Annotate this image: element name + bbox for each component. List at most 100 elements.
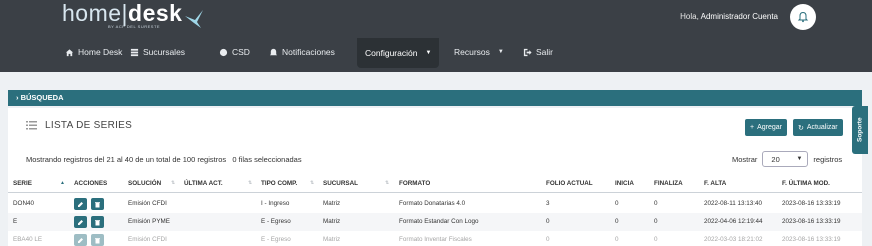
sort-asc-icon: ▲	[60, 180, 65, 186]
cell-sucursal: Matriz	[323, 218, 341, 225]
series-list-card: LISTA DE SERIES + Agregar ↻ Actualizar M…	[8, 108, 862, 246]
bell-icon	[797, 11, 809, 23]
records-info-text: Mostrando registros del 21 al 40 de un t…	[26, 155, 227, 164]
cell-folio: 0	[546, 218, 550, 225]
nav-label: Recursos	[454, 47, 490, 57]
delete-button[interactable]	[91, 216, 104, 228]
column-header[interactable]: F. ÚLTIMA MOD.	[782, 180, 830, 187]
edit-button[interactable]	[74, 216, 87, 228]
cell-finaliza: 0	[654, 218, 658, 225]
edit-icon	[78, 201, 83, 207]
delete-button[interactable]	[91, 198, 104, 210]
column-header: ACCIONES	[74, 180, 108, 187]
cell-finaliza: 0	[654, 236, 658, 243]
column-header[interactable]: FINALIZA	[654, 180, 683, 187]
cell-folio: 3	[546, 200, 550, 207]
greeting-prefix: Hola,	[680, 12, 699, 21]
cell-tipo: E - Egreso	[261, 236, 291, 243]
top-header: home|desk BY ACP DEL SURESTE Hola, Admin…	[0, 0, 872, 72]
cell-formato: Formato Estandar Con Logo	[399, 218, 479, 225]
table-row[interactable]: DON40 Emisión CFDI I - Ingreso Matriz Fo…	[8, 195, 862, 213]
nav-label: Sucursales	[143, 47, 186, 57]
edit-icon	[78, 237, 83, 243]
column-header[interactable]: SOLUCIÓN	[128, 180, 161, 187]
logo-text-bold: desk	[128, 0, 183, 26]
table-row[interactable]: E Emisión PYME E - Egreso Matriz Formato…	[8, 213, 862, 231]
column-header[interactable]: ÚLTIMA ACT.	[184, 180, 223, 187]
cell-alta: 2022-03-03 18:21:02	[704, 236, 763, 243]
list-title-text: LISTA DE SERIES	[45, 120, 133, 131]
page-length-select[interactable]: 20 ▼	[762, 151, 809, 167]
refresh-icon: ↻	[798, 124, 804, 132]
cell-alta: 2022-04-06 12:19:44	[704, 218, 763, 225]
nav-label: Notificaciones	[282, 47, 335, 57]
refresh-button[interactable]: ↻ Actualizar	[793, 119, 843, 136]
nav-configuracion[interactable]: Configuración ▼	[357, 38, 440, 68]
cell-folio: 0	[546, 236, 550, 243]
user-name: Administrador Cuenta	[700, 12, 778, 21]
add-button-label: Agregar	[757, 124, 782, 131]
nav-sucursales[interactable]: Sucursales	[130, 38, 185, 66]
list-title: LISTA DE SERIES	[26, 120, 132, 131]
edit-button[interactable]	[74, 198, 87, 210]
circle-icon	[219, 48, 228, 56]
chevron-down-icon: ▼	[796, 156, 803, 162]
cell-sucursal: Matriz	[323, 236, 341, 243]
grid-icon	[130, 48, 139, 56]
user-greeting: Hola, Administrador Cuenta	[680, 12, 778, 21]
cell-tipo: I - Ingreso	[261, 200, 290, 207]
cell-mod: 2023-08-16 13:33:19	[782, 200, 841, 207]
homedesk-logo[interactable]: home|desk BY ACP DEL SURESTE	[62, 0, 203, 36]
cell-inicia: 0	[615, 236, 619, 243]
nav-label: Configuración	[365, 48, 418, 58]
nav-label: CSD	[232, 47, 250, 57]
table-header: SERIE ▲ ACCIONES SOLUCIÓN ⇅ ÚLTIMA ACT. …	[8, 176, 862, 193]
column-header[interactable]: F. ALTA	[704, 180, 726, 187]
sort-icon: ⇅	[248, 180, 253, 186]
column-header[interactable]: FORMATO	[399, 180, 430, 187]
edit-button[interactable]	[74, 234, 87, 246]
cell-sucursal: Matriz	[323, 200, 341, 207]
cell-finaliza: 0	[654, 200, 658, 207]
nav-label: Home Desk	[78, 47, 123, 57]
cell-alta: 2022-08-11 13:13:40	[704, 200, 763, 207]
support-tab[interactable]: Soporte	[852, 106, 868, 154]
cell-serie: DON40	[13, 200, 34, 207]
notifications-button[interactable]	[790, 4, 816, 30]
page-length-control: Mostrar 20 ▼ registros	[732, 151, 842, 167]
column-header[interactable]: INICIA	[615, 180, 634, 187]
list-icon	[26, 121, 37, 130]
column-header[interactable]: SUCURSAL	[323, 180, 358, 187]
column-header[interactable]: FOLIO ACTUAL	[546, 180, 593, 187]
table-row[interactable]: EBA40 LE Emisión CFDI E - Egreso Matriz …	[8, 231, 862, 246]
trash-icon	[95, 219, 100, 225]
cell-tipo: E - Egreso	[261, 218, 291, 225]
page-length-value: 20	[771, 154, 780, 164]
plus-icon: +	[750, 124, 755, 131]
cell-solucion: Emisión CFDI	[128, 200, 167, 207]
column-header[interactable]: TIPO COMP.	[261, 180, 297, 187]
sort-icon: ⇅	[385, 180, 390, 186]
nav-home-desk[interactable]: Home Desk	[65, 38, 122, 66]
cell-serie: EBA40 LE	[13, 236, 43, 243]
add-button[interactable]: + Agregar	[745, 119, 787, 136]
refresh-button-label: Actualizar	[806, 124, 838, 131]
logo-text-light: home	[62, 0, 122, 26]
nav-salir[interactable]: Salir	[523, 38, 553, 66]
cell-formato: Formato Inventar Fiscales	[399, 236, 472, 243]
column-header[interactable]: SERIE	[13, 180, 32, 187]
delete-button[interactable]	[91, 234, 104, 246]
cell-inicia: 0	[615, 200, 619, 207]
selected-rows-info: 0 filas seleccionadas	[232, 155, 302, 164]
cell-formato: Formato Donatarias 4.0	[399, 200, 466, 207]
records-info: Mostrando registros del 21 al 40 de un t…	[26, 155, 302, 164]
nav-recursos[interactable]: Recursos ▼	[454, 38, 504, 66]
search-section-toggle[interactable]: › BÚSQUEDA	[8, 90, 862, 106]
cell-mod: 2023-08-16 13:33:19	[782, 218, 841, 225]
trash-icon	[95, 201, 100, 207]
nav-csd[interactable]: CSD	[219, 38, 250, 66]
nav-notificaciones[interactable]: Notificaciones	[269, 38, 335, 66]
cell-solucion: Emisión CFDI	[128, 236, 167, 243]
show-label: Mostrar	[732, 154, 758, 164]
trash-icon	[95, 237, 100, 243]
